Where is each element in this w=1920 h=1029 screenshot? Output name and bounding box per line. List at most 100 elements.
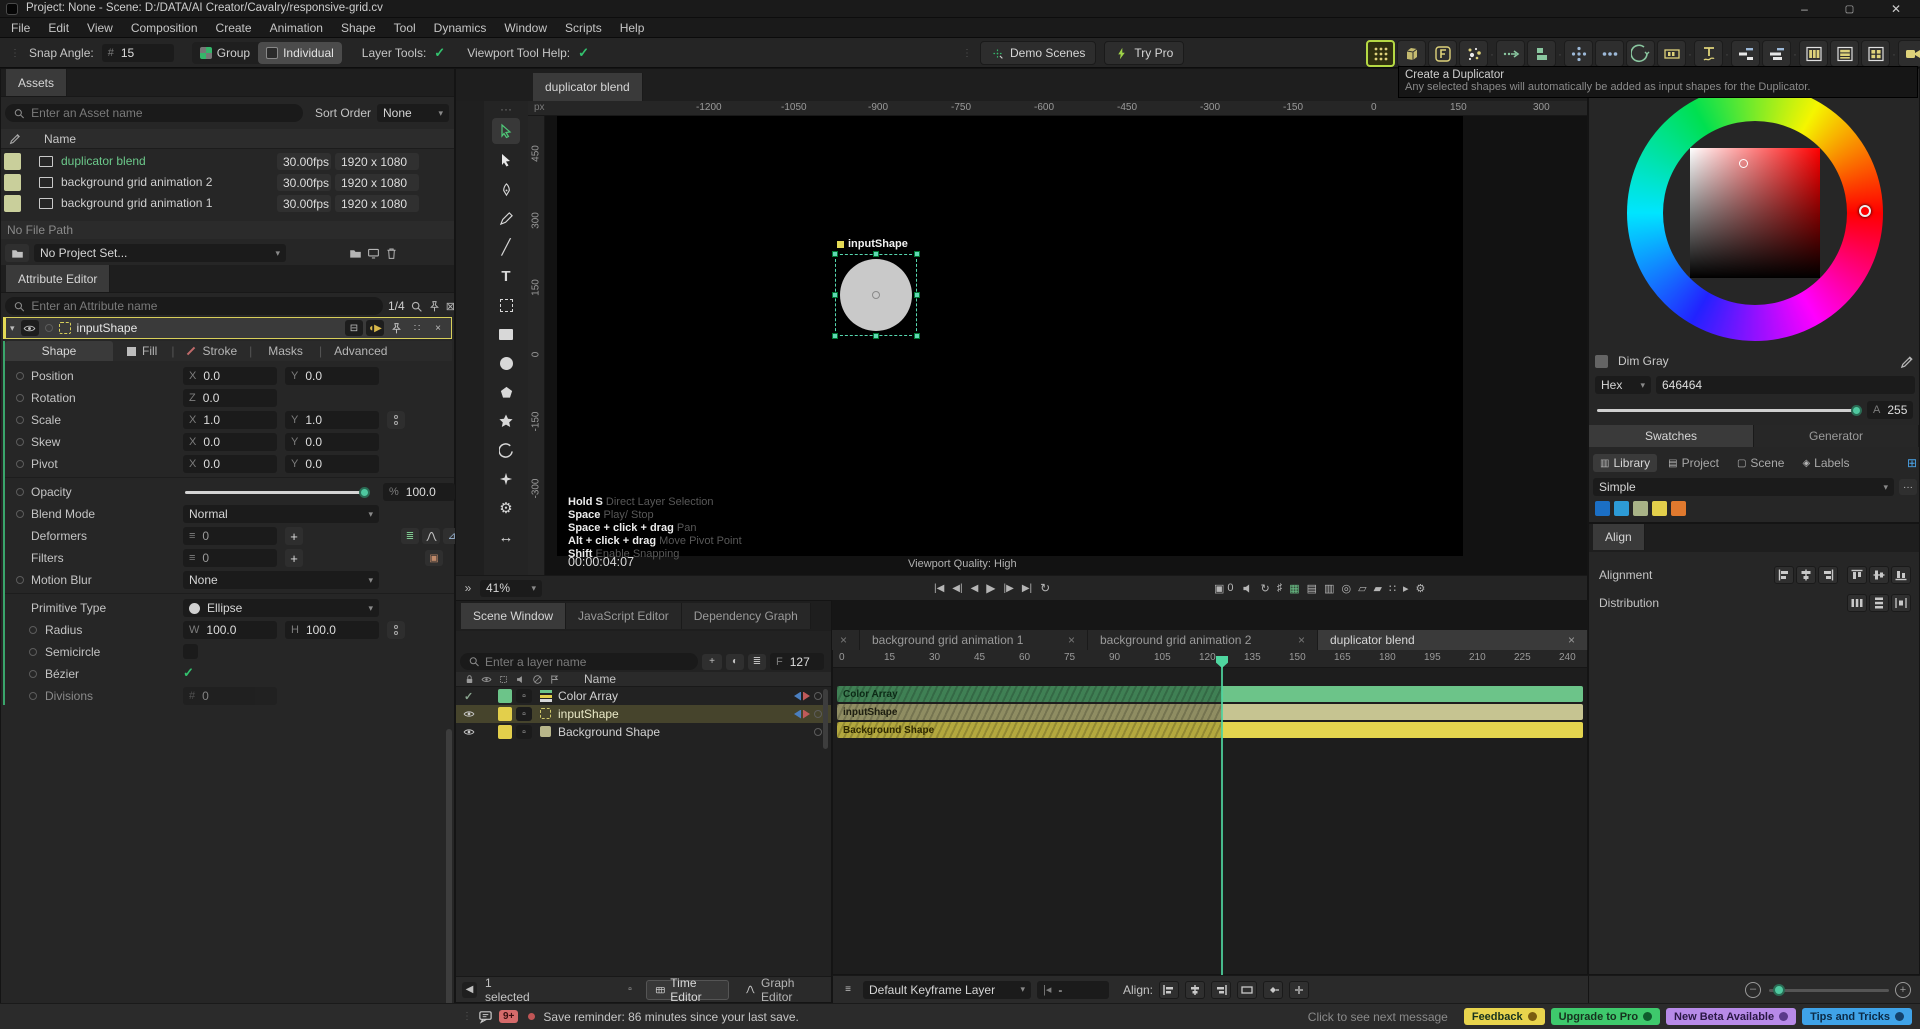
upgrade-pro-button[interactable]: Upgrade to Pro xyxy=(1551,1008,1660,1025)
layer-color-swatch[interactable] xyxy=(498,707,512,721)
timeline-zoom-knob[interactable] xyxy=(1773,984,1785,996)
visibility-filter-icon[interactable]: ◐ xyxy=(726,654,744,670)
color-wheel[interactable] xyxy=(1627,85,1883,341)
polygon-tool[interactable] xyxy=(492,379,520,405)
keyframe-radio[interactable] xyxy=(16,372,24,380)
timeline-zoom-track[interactable] xyxy=(1769,989,1889,992)
menu-shape[interactable]: Shape xyxy=(332,21,385,35)
forge-tool-button[interactable] xyxy=(1428,40,1457,67)
tab-shape[interactable]: Shape xyxy=(5,341,113,361)
keyframe-radio[interactable] xyxy=(29,648,37,656)
layer-eye-icon[interactable] xyxy=(463,708,475,720)
project-select[interactable]: No Project Set...▾ xyxy=(34,244,286,262)
track-bar-color-array-right[interactable] xyxy=(1222,686,1583,702)
rows-layout-button[interactable] xyxy=(1830,40,1859,67)
bezier-checkbox[interactable]: ✓ xyxy=(183,665,194,681)
composition-area[interactable] xyxy=(557,116,1463,556)
selection-handle[interactable] xyxy=(914,292,920,298)
link-wh-toggle[interactable] xyxy=(387,621,405,639)
zoom-out-icon[interactable]: – xyxy=(1745,982,1761,998)
zoom-in-icon[interactable]: + xyxy=(1895,982,1911,998)
tools-more-icon[interactable]: ··· xyxy=(500,103,512,115)
group-mode-button[interactable]: Group xyxy=(192,42,258,64)
demo-scenes-button[interactable]: Demo Scenes xyxy=(980,41,1096,65)
stagger-keys-a-button[interactable] xyxy=(1731,40,1760,67)
layer-check-icon[interactable]: ✓ xyxy=(464,690,473,703)
messages-icon[interactable] xyxy=(478,1009,493,1024)
layer-row-selected[interactable]: ▫ inputShape xyxy=(456,705,831,723)
asset-color-swatch[interactable] xyxy=(4,153,21,170)
trash-icon[interactable] xyxy=(385,247,398,260)
in-connection-badge[interactable] xyxy=(794,710,801,719)
swatch-more-button[interactable]: ··· xyxy=(1899,479,1917,495)
deformers-field[interactable]: ≡0 xyxy=(183,527,277,545)
swatches-tab[interactable]: Swatches xyxy=(1589,425,1754,447)
text-tool[interactable]: T xyxy=(492,263,520,289)
visibility-eye-button[interactable] xyxy=(21,320,39,336)
link-xy-toggle[interactable] xyxy=(387,411,405,429)
duplicator-tool-button[interactable] xyxy=(1366,40,1395,67)
layer-solo-radio[interactable] xyxy=(814,692,822,700)
scene-tab[interactable]: ▢Scene xyxy=(1730,454,1791,472)
playhead-line[interactable] xyxy=(1221,666,1223,975)
align-bottom-button[interactable] xyxy=(1891,566,1911,584)
dependency-graph-tab[interactable]: Dependency Graph xyxy=(682,603,811,629)
hue-marker[interactable] xyxy=(1859,205,1871,217)
javascript-editor-tab[interactable]: JavaScript Editor xyxy=(566,603,682,629)
menu-dynamics[interactable]: Dynamics xyxy=(425,21,496,35)
pin-filter-icon[interactable] xyxy=(428,300,441,313)
deselect-button[interactable]: ◀ xyxy=(462,982,477,998)
selection-handle[interactable] xyxy=(873,333,879,339)
keyframe-layer-select[interactable]: Default Keyframe Layer▾ xyxy=(863,981,1031,999)
menu-file[interactable]: File xyxy=(2,21,39,35)
grid-layout-button[interactable] xyxy=(1861,40,1890,67)
stagger-tool-button[interactable] xyxy=(1527,40,1556,67)
divisions-field[interactable]: #0 xyxy=(183,687,277,705)
swatch-group-select[interactable]: Simple▾ xyxy=(1593,478,1894,496)
shape-header[interactable]: ▾ inputShape ⊟ ◖▶ ∷ × xyxy=(3,317,452,339)
keyframe-radio[interactable] xyxy=(16,438,24,446)
skew-x-field[interactable]: X0.0 xyxy=(183,433,277,451)
pivot-point[interactable] xyxy=(872,291,880,299)
filters-field[interactable]: ≡0 xyxy=(183,549,277,567)
toolbar-grip[interactable]: ⋮ xyxy=(10,48,21,59)
layer-solo-radio[interactable] xyxy=(814,710,822,718)
position-x-field[interactable]: X0.0 xyxy=(183,367,277,385)
align-middle-v-button[interactable] xyxy=(1869,566,1889,584)
alpha-slider-knob[interactable] xyxy=(1851,405,1862,416)
save-reminder-message[interactable]: Save reminder: 86 minutes since your las… xyxy=(543,1010,798,1024)
sparkle-tool[interactable] xyxy=(492,466,520,492)
add-filter-button[interactable]: + xyxy=(285,549,303,567)
alpha-slider[interactable] xyxy=(1597,409,1859,412)
viewport-tab[interactable]: duplicator blend xyxy=(533,73,643,101)
overlay-button[interactable]: ▥ xyxy=(1324,582,1334,595)
keyframe-radio[interactable] xyxy=(29,670,37,678)
asset-row[interactable]: background grid animation 2 30.00fps 192… xyxy=(1,172,454,193)
pin-icon[interactable] xyxy=(387,320,405,336)
opacity-slider-knob[interactable] xyxy=(359,487,370,498)
swatch-yellow[interactable] xyxy=(1652,501,1667,516)
track-bar-inputshape[interactable]: inputShape xyxy=(837,704,1222,720)
layer-filter-icon[interactable]: ≣ xyxy=(748,654,766,670)
close-button[interactable]: ✕ xyxy=(1872,0,1920,18)
labels-tab[interactable]: ◈Labels xyxy=(1795,454,1856,472)
position-y-field[interactable]: Y0.0 xyxy=(285,367,379,385)
align-top-button[interactable] xyxy=(1847,566,1867,584)
keyframe-radio[interactable] xyxy=(29,626,37,634)
next-frame-button[interactable]: |▶ xyxy=(1004,583,1014,594)
ghost-column-icon[interactable] xyxy=(498,674,509,685)
deformer-wave-icon[interactable] xyxy=(422,528,440,544)
rectangle-tool[interactable] xyxy=(492,321,520,347)
swatch-sage[interactable] xyxy=(1633,501,1648,516)
collect-icon[interactable] xyxy=(367,247,380,260)
viewport-canvas[interactable]: 450 300 150 0 -150 -300 inputShape Hold … xyxy=(528,116,1587,575)
render-camera-button[interactable] xyxy=(1898,40,1920,67)
disable-column-icon[interactable] xyxy=(532,674,543,685)
asset-name[interactable]: background grid animation 1 xyxy=(61,196,212,210)
project-set-icon[interactable] xyxy=(5,244,29,262)
close-tab-icon[interactable]: × xyxy=(1068,633,1075,647)
viewport-settings-button[interactable]: ⚙ xyxy=(1416,582,1426,595)
arc-tool-button[interactable] xyxy=(1626,40,1655,67)
prev-frame-button[interactable]: ◀ xyxy=(971,583,979,594)
library-tab[interactable]: ▥Library xyxy=(1593,454,1657,472)
